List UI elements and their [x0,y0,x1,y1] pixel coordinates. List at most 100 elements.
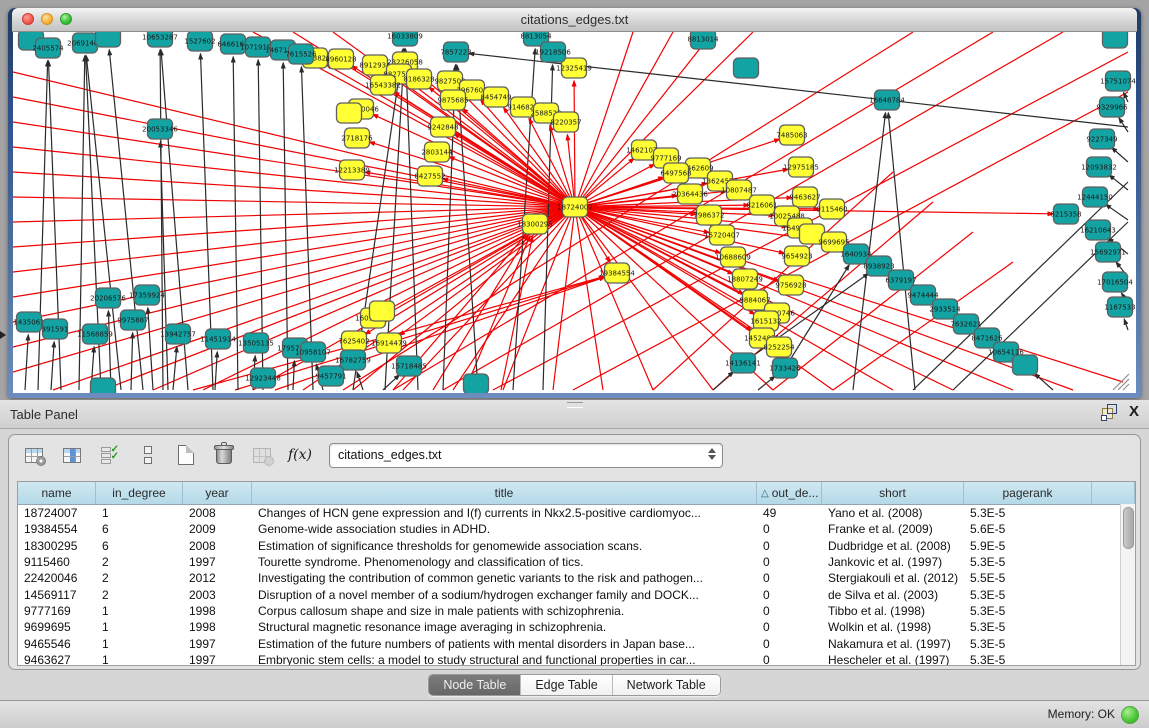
table-scrollbar[interactable] [1120,504,1135,665]
table-row[interactable]: 1938455462009Genome-wide association stu… [18,521,1135,537]
graph-node[interactable] [464,374,489,393]
graph-node[interactable]: 1527602 [184,32,215,51]
graph-node[interactable]: 18807249 [727,269,763,289]
graph-node[interactable] [370,301,395,321]
graph-node[interactable]: 7857223 [440,42,471,62]
graph-node[interactable]: 8186328 [403,69,434,89]
graph-node[interactable]: 391591 [42,319,69,339]
graph-node[interactable]: 9756928 [775,275,806,295]
graph-node[interactable] [96,32,121,47]
show-columns-button[interactable] [59,442,85,468]
new-column-button[interactable] [173,442,199,468]
graph-node[interactable]: 1167533 [1104,297,1135,317]
graph-node[interactable] [1103,32,1128,48]
graph-node[interactable]: 9457791 [315,366,346,386]
close-panel-icon[interactable]: X [1129,404,1139,420]
network-graph[interactable]: 1872400718300295193845547963822896012889… [13,32,1136,393]
graph-node[interactable]: 16033809 [387,32,423,46]
graph-node[interactable]: 11568859 [77,324,113,344]
graph-node[interactable]: 14136141 [725,353,761,373]
graph-node[interactable]: 2405574 [32,38,64,58]
table-row[interactable]: 1456911722003Disruption of a novel membe… [18,586,1135,602]
table-row[interactable]: 946554611997Estimation of the future num… [18,635,1135,651]
table-row[interactable]: 977716911998Corpus callosum shape and si… [18,603,1135,619]
graph-node[interactable] [734,58,759,78]
graph-node[interactable]: 7986372 [693,205,724,225]
graph-node[interactable]: 18724007 [557,197,593,217]
graph-node[interactable]: 6497568 [660,163,691,183]
import-table-button[interactable] [249,442,275,468]
graph-node[interactable]: 10653287 [142,32,178,47]
table-mode-button[interactable] [21,442,47,468]
network-canvas[interactable]: 1872400718300295193845547963822896012889… [13,32,1136,393]
column-header-in_degree[interactable]: in_degree [96,482,183,504]
graph-node[interactable]: 16210643 [1080,220,1116,240]
graph-node[interactable]: 2803144 [421,142,453,162]
tab-node-table[interactable]: Node Table [429,675,521,695]
graph-node[interactable]: 8813014 [687,32,719,49]
graph-node[interactable]: 12093832 [1081,157,1117,177]
graph-node[interactable]: 12923448 [245,368,281,388]
column-header-title[interactable]: title [252,482,757,504]
graph-node[interactable]: 8252254 [763,337,795,357]
graph-node[interactable]: 17016504 [1097,272,1133,292]
table-row[interactable]: 2242004622012Investigating the contribut… [18,570,1135,586]
graph-node[interactable]: 10688609 [715,247,751,267]
graph-node[interactable]: 9115460 [816,199,847,219]
function-builder-button[interactable]: f(x) [287,442,313,468]
graph-node[interactable]: 9654923 [781,246,812,266]
graph-node[interactable]: 15692971 [1090,242,1126,262]
graph-node[interactable]: 16648784 [869,90,905,110]
graph-node[interactable]: 7625402 [338,331,369,351]
graph-node[interactable]: 9463627 [789,187,820,207]
graph-node[interactable]: 13505135 [238,333,274,353]
graph-node[interactable]: 9975887 [117,310,148,330]
graph-node[interactable]: 12444150 [1077,187,1113,207]
column-header-year[interactable]: year [183,482,252,504]
graph-node[interactable]: 16914479 [371,333,407,353]
table-row[interactable]: 1830029562008Estimation of significance … [18,538,1135,554]
column-header-pagerank[interactable]: pagerank [964,482,1092,504]
graph-node[interactable]: 8960128 [325,49,356,69]
zoom-window-button[interactable] [60,13,72,25]
select-columns-button[interactable]: ✓✓ [97,442,123,468]
graph-node[interactable]: 12975185 [783,157,819,177]
panel-drag-grip[interactable] [567,402,583,408]
graph-node[interactable]: 8427552 [414,166,445,186]
graph-node[interactable]: 9242848 [427,117,458,137]
graph-node[interactable]: 13942757 [160,324,196,344]
graph-node[interactable]: 15751074 [1100,71,1136,91]
network-window-titlebar[interactable]: citations_edges.txt [12,8,1137,32]
delete-column-button[interactable] [211,442,237,468]
graph-node[interactable]: 10958107 [295,342,331,362]
graph-node[interactable]: 20206576 [90,288,126,308]
float-window-icon[interactable] [1101,404,1117,420]
scrollbar-thumb[interactable] [1123,507,1134,549]
graph-node[interactable]: 1435061 [13,312,44,332]
table-row[interactable]: 946362711997Embryonic stem cells: a mode… [18,652,1135,666]
graph-node[interactable]: 11451914 [200,329,236,349]
resize-grip-icon[interactable] [1113,374,1129,390]
graph-node[interactable] [337,103,362,123]
row-options-button[interactable] [135,442,161,468]
graph-node[interactable] [91,378,116,393]
graph-node[interactable]: 15718485 [391,356,427,376]
graph-node[interactable]: 9227349 [1086,129,1117,149]
graph-node[interactable]: 17359924 [129,285,165,305]
column-header-out_de[interactable]: △out_de... [757,482,822,504]
table-row[interactable]: 1872400712008Changes of HCN gene express… [18,505,1135,521]
graph-node[interactable]: 2718176 [341,128,373,148]
graph-node[interactable] [1013,355,1038,375]
close-window-button[interactable] [22,13,34,25]
graph-node[interactable]: 15720407 [704,225,740,245]
graph-node[interactable]: 1733426 [769,358,801,378]
graph-node[interactable]: 18300295 [517,214,553,234]
column-header-name[interactable]: name [18,482,96,504]
minimize-window-button[interactable] [41,13,53,25]
table-row[interactable]: 911546021997Tourette syndrome. Phenomeno… [18,554,1135,570]
column-header-short[interactable]: short [822,482,964,504]
graph-node[interactable]: 8220357 [550,112,581,132]
graph-node[interactable]: 16543382 [365,75,401,95]
graph-node[interactable]: 12213389 [334,160,370,180]
graph-node[interactable]: 7485063 [776,125,807,145]
